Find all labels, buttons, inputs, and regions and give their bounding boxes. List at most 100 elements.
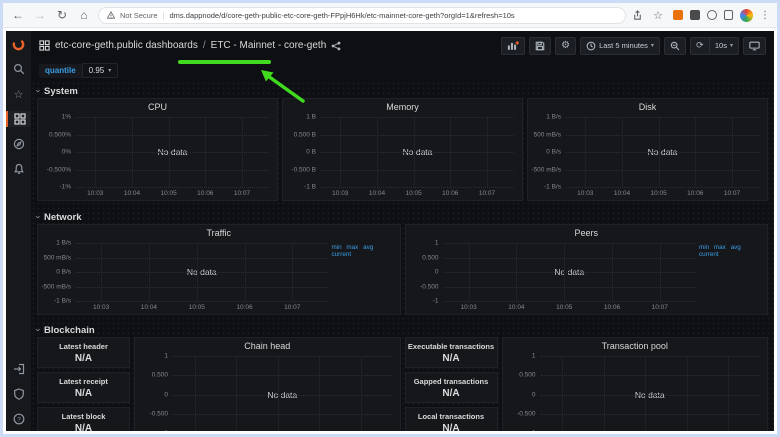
- starred-icon[interactable]: ☆: [6, 86, 31, 102]
- search-icon[interactable]: [6, 61, 31, 77]
- stat-title[interactable]: Latest block: [62, 412, 106, 421]
- variable-value-dropdown[interactable]: 0.95 ▾: [82, 63, 119, 78]
- extension-icon-dark[interactable]: [690, 10, 700, 20]
- panel-title[interactable]: Peers: [406, 225, 768, 240]
- admin-shield-icon[interactable]: [6, 386, 31, 402]
- share-icon[interactable]: [632, 10, 643, 21]
- kiosk-tv-button[interactable]: [743, 37, 766, 55]
- legend-max[interactable]: max: [714, 244, 726, 251]
- plot-area[interactable]: No data: [444, 243, 696, 301]
- panel-title[interactable]: Transaction pool: [503, 338, 768, 353]
- blockchain-stats-right: Executable transactions N/A Gapped trans…: [405, 337, 498, 431]
- grid-hline: [566, 170, 759, 171]
- grid-hline: [566, 152, 759, 153]
- dashboard-toolbar: ⚙ Last 5 minutes ▾: [501, 37, 766, 55]
- breadcrumb-dashboard-title[interactable]: ETC - Mainnet - core-geth: [211, 40, 327, 51]
- alerting-bell-icon[interactable]: [6, 161, 31, 177]
- share-dashboard-icon[interactable]: [331, 41, 341, 51]
- home-icon[interactable]: ⌂: [76, 8, 92, 22]
- x-tick: 10:04: [141, 304, 157, 311]
- dashboards-icon[interactable]: [6, 111, 31, 127]
- panel-title[interactable]: Chain head: [135, 338, 400, 353]
- grid-hline: [541, 395, 760, 396]
- back-icon[interactable]: ←: [10, 8, 26, 22]
- panel-title[interactable]: Memory: [283, 99, 522, 114]
- row-header-blockchain[interactable]: › Blockchain: [37, 323, 768, 337]
- row-header-system[interactable]: › System: [37, 84, 768, 98]
- legend: min max avg current: [328, 243, 392, 301]
- plot-area[interactable]: No data: [76, 117, 269, 187]
- stat-title[interactable]: Latest header: [59, 342, 108, 351]
- y-tick: 0.500: [152, 372, 168, 379]
- panel-title[interactable]: CPU: [38, 99, 277, 114]
- stat-title[interactable]: Executable transactions: [408, 342, 494, 351]
- profile-avatar[interactable]: [740, 9, 753, 22]
- plot-area[interactable]: No data: [566, 117, 759, 187]
- legend-min[interactable]: min: [332, 244, 342, 251]
- plot-area[interactable]: No data: [173, 356, 392, 431]
- grid-hline: [321, 135, 514, 136]
- legend-max[interactable]: max: [346, 244, 358, 251]
- sidepanel-icon[interactable]: [724, 10, 733, 20]
- extension-icon-circle[interactable]: [707, 10, 717, 20]
- plot-area[interactable]: No data: [76, 243, 328, 301]
- grafana-logo-icon[interactable]: [6, 36, 31, 52]
- zoom-out-time-button[interactable]: [664, 37, 686, 55]
- grid-hline: [173, 414, 392, 415]
- row-header-network[interactable]: › Network: [37, 210, 768, 224]
- refresh-button[interactable]: ⟳: [690, 37, 710, 55]
- x-axis: 10:03 10:04 10:05 10:06 10:07: [76, 187, 269, 200]
- y-tick: 0.500: [519, 372, 535, 379]
- x-tick: 10:05: [650, 190, 666, 197]
- reload-icon[interactable]: ↻: [54, 8, 70, 22]
- y-tick: -1 B/s: [544, 184, 561, 191]
- bookmark-star-icon[interactable]: ☆: [650, 9, 666, 22]
- help-icon[interactable]: ?: [6, 411, 31, 427]
- panel-title[interactable]: Traffic: [38, 225, 400, 240]
- x-tick: 10:06: [604, 304, 620, 311]
- add-panel-button[interactable]: [501, 37, 525, 55]
- panel-title[interactable]: Disk: [528, 99, 767, 114]
- y-tick: -500 mB/s: [41, 283, 71, 290]
- x-axis: 10:03 10:04 10:05 10:06 10:07: [321, 187, 514, 200]
- stat-title[interactable]: Local transactions: [418, 412, 484, 421]
- legend-min[interactable]: min: [699, 244, 709, 251]
- explore-compass-icon[interactable]: [6, 136, 31, 152]
- x-tick: 10:04: [614, 190, 630, 197]
- y-tick: 0: [532, 391, 536, 398]
- variable-label: quantile: [39, 64, 82, 78]
- stat-title[interactable]: Latest receipt: [59, 377, 108, 386]
- x-tick: 10:06: [236, 304, 252, 311]
- y-tick: 0 B: [306, 149, 316, 156]
- legend-current[interactable]: current: [332, 251, 352, 258]
- address-bar[interactable]: Not Secure | dms.dappnode/d/core-geth-pu…: [98, 7, 626, 24]
- dashboard-settings-button[interactable]: ⚙: [555, 37, 576, 55]
- y-tick: 500 mB/s: [534, 131, 561, 138]
- stat-value: N/A: [442, 388, 459, 399]
- breadcrumb-folder[interactable]: etc-core-geth.public dashboards: [55, 40, 198, 51]
- forward-icon[interactable]: →: [32, 8, 48, 22]
- x-tick: 10:05: [556, 304, 572, 311]
- extension-icon-orange[interactable]: [673, 10, 683, 20]
- panel-executable-transactions: Executable transactions N/A: [405, 337, 498, 368]
- caret-down-icon: ▾: [651, 42, 654, 49]
- stat-title[interactable]: Gapped transactions: [414, 377, 489, 386]
- legend-avg[interactable]: avg: [731, 244, 741, 251]
- save-dashboard-button[interactable]: [529, 37, 551, 55]
- plot-area[interactable]: No data: [321, 117, 514, 187]
- y-tick: -1%: [59, 184, 71, 191]
- plot-area[interactable]: No data: [541, 356, 760, 431]
- y-tick: 0 B/s: [56, 269, 71, 276]
- browser-menu-icon[interactable]: ⋮: [760, 10, 770, 21]
- panel-gapped-transactions: Gapped transactions N/A: [405, 372, 498, 403]
- y-tick: 0.500%: [49, 131, 71, 138]
- stat-value: N/A: [75, 423, 92, 432]
- x-tick: 10:05: [160, 190, 176, 197]
- legend-avg[interactable]: avg: [363, 244, 373, 251]
- x-tick: 10:03: [577, 190, 593, 197]
- refresh-interval-picker[interactable]: 10s ▾: [710, 37, 739, 55]
- time-range-picker[interactable]: Last 5 minutes ▾: [580, 37, 660, 55]
- sign-in-icon[interactable]: [6, 361, 31, 377]
- grid-hline: [321, 152, 514, 153]
- legend-current[interactable]: current: [699, 251, 719, 258]
